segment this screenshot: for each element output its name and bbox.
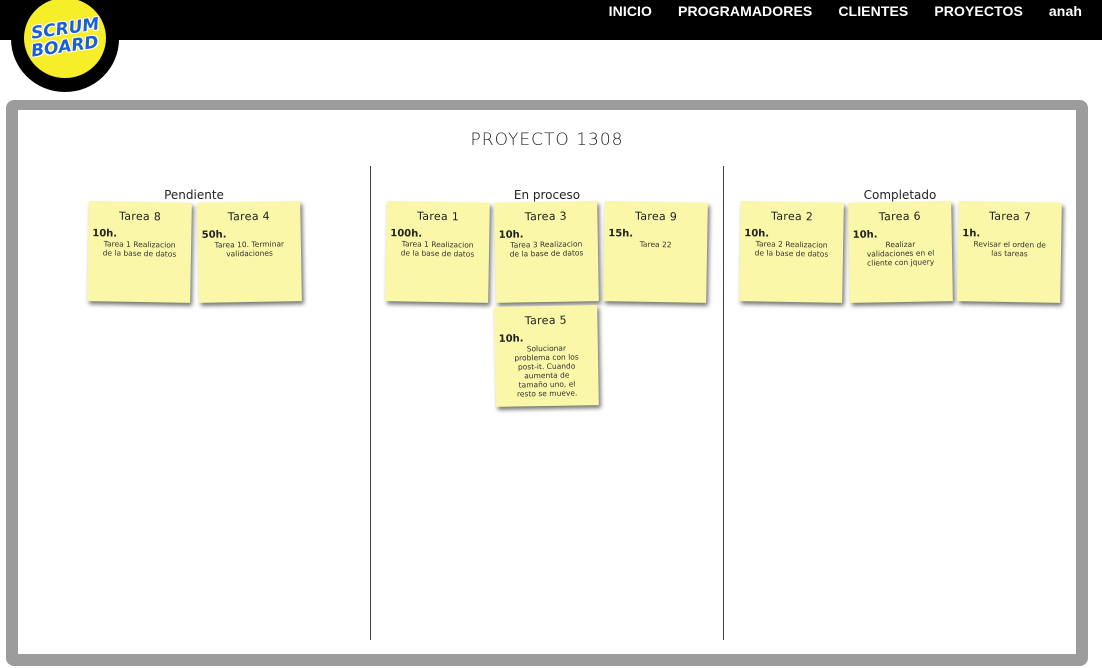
nav-link-inicio[interactable]: INICIO [609, 3, 652, 19]
column-title-pendiente: Pendiente [164, 188, 224, 202]
task-note[interactable]: Tarea 8 10h. Tarea 1 Realizacion de la b… [87, 201, 192, 303]
task-note[interactable]: Tarea 6 10h. Realizar validaciones en el… [848, 201, 953, 303]
task-description: Tarea 1 Realizacion de la base de datos [400, 239, 475, 259]
column-title-completado: Completado [863, 188, 937, 202]
column-title-en-proceso: En proceso [513, 188, 581, 202]
column-divider [370, 166, 371, 640]
task-title: Tarea 4 [227, 209, 271, 224]
task-note[interactable]: Tarea 7 1h. Revisar el orden de las tare… [957, 201, 1062, 303]
task-description: Tarea 2 Realizacion de la base de datos [754, 239, 829, 259]
task-title: Tarea 9 [634, 209, 678, 224]
task-note[interactable]: Tarea 3 10h. Tarea 3 Realizacion de la b… [494, 201, 599, 303]
nav-link-user[interactable]: anah [1049, 3, 1082, 19]
task-note[interactable]: Tarea 5 10h. Solucionar problema con los… [494, 305, 599, 407]
task-title: Tarea 3 [524, 209, 568, 224]
task-hours: 15h. [608, 228, 634, 240]
main-nav: INICIO PROGRAMADORES CLIENTES PROYECTOS … [609, 3, 1082, 19]
task-description: Tarea 3 Realizacion de la base de datos [509, 239, 584, 259]
task-note[interactable]: Tarea 4 50h. Tarea 10. Terminar validaci… [197, 201, 302, 303]
task-note[interactable]: Tarea 9 15h. Tarea 22 [603, 201, 708, 303]
task-title: Tarea 7 [988, 209, 1032, 224]
scrum-board: PROYECTO 1308 Pendiente En proceso Compl… [18, 110, 1076, 654]
logo-badge: SCRUM BOARD [24, 0, 106, 78]
scrum-board-logo[interactable]: SCRUM BOARD [11, 0, 119, 92]
board-frame: PROYECTO 1308 Pendiente En proceso Compl… [6, 100, 1088, 666]
task-title: Tarea 5 [524, 313, 568, 328]
column-divider [723, 166, 724, 640]
task-description: Tarea 10. Terminar validaciones [214, 239, 285, 259]
task-title: Tarea 6 [878, 209, 922, 224]
nav-link-proyectos[interactable]: PROYECTOS [934, 3, 1023, 19]
nav-link-clientes[interactable]: CLIENTES [838, 3, 908, 19]
task-description: Revisar el orden de las tareas [973, 239, 1046, 259]
task-note[interactable]: Tarea 2 10h. Tarea 2 Realizacion de la b… [739, 201, 844, 303]
task-title: Tarea 8 [118, 209, 162, 224]
task-description: Tarea 22 [639, 239, 672, 250]
task-description: Realizar validaciones en el cliente con … [866, 239, 935, 268]
task-title: Tarea 1 [416, 209, 460, 224]
task-note[interactable]: Tarea 1 100h. Tarea 1 Realizacion de la … [385, 201, 490, 303]
task-description: Tarea 1 Realizacion de la base de datos [102, 239, 177, 259]
top-navbar: INICIO PROGRAMADORES CLIENTES PROYECTOS … [0, 0, 1102, 40]
task-description: Solucionar problema con los post-it. Cua… [514, 343, 579, 399]
project-title: PROYECTO 1308 [470, 130, 624, 150]
task-title: Tarea 2 [770, 209, 814, 224]
nav-link-programadores[interactable]: PROGRAMADORES [678, 3, 812, 19]
